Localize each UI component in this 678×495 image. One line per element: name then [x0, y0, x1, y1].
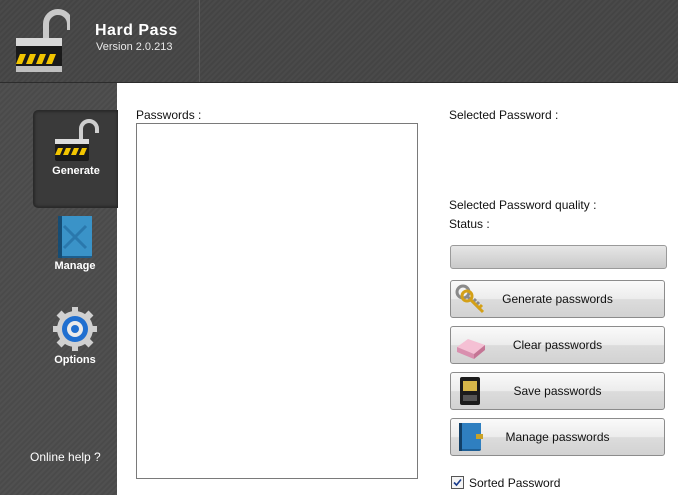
button-label: Manage passwords — [505, 430, 610, 444]
padlock-icon — [53, 117, 99, 163]
online-help-link[interactable]: Online help ? — [30, 450, 101, 464]
selected-password-label: Selected Password : — [449, 108, 559, 122]
save-passwords-button[interactable]: Save passwords — [450, 372, 665, 410]
sidebar-item-label: Manage — [54, 260, 96, 272]
sidebar-item-label: Options — [54, 354, 96, 366]
checkmark-icon — [453, 478, 462, 487]
passwords-list[interactable] — [136, 123, 418, 479]
sidebar-item-options[interactable]: Options — [33, 300, 117, 396]
password-quality-label: Selected Password quality : — [449, 198, 597, 212]
app-title: Hard Pass — [95, 22, 178, 39]
passwords-label: Passwords : — [136, 108, 202, 122]
button-label: Clear passwords — [512, 338, 603, 352]
sidebar-item-manage[interactable]: Manage — [33, 206, 117, 302]
book-icon — [52, 212, 98, 258]
sidebar-item-generate[interactable]: Generate — [33, 110, 118, 208]
password-quality-bar — [450, 245, 667, 269]
app-version: Version 2.0.213 — [96, 41, 173, 53]
clear-passwords-button[interactable]: Clear passwords — [450, 326, 665, 364]
header-divider — [199, 0, 200, 82]
button-label: Save passwords — [513, 384, 602, 398]
button-label: Generate passwords — [502, 292, 613, 306]
gear-icon — [52, 306, 98, 352]
sidebar: Generate Manage Options Online help ? — [0, 83, 118, 495]
sidebar-item-label: Generate — [52, 165, 100, 177]
generate-passwords-button[interactable]: Generate passwords — [450, 280, 665, 318]
sorted-password-checkbox[interactable] — [451, 476, 464, 489]
sorted-password-label: Sorted Password — [469, 476, 561, 490]
status-label: Status : — [449, 217, 490, 231]
manage-passwords-button[interactable]: Manage passwords — [450, 418, 665, 456]
title-bar: Hard Pass Version 2.0.213 — [0, 0, 678, 83]
padlock-logo-icon — [12, 8, 73, 76]
